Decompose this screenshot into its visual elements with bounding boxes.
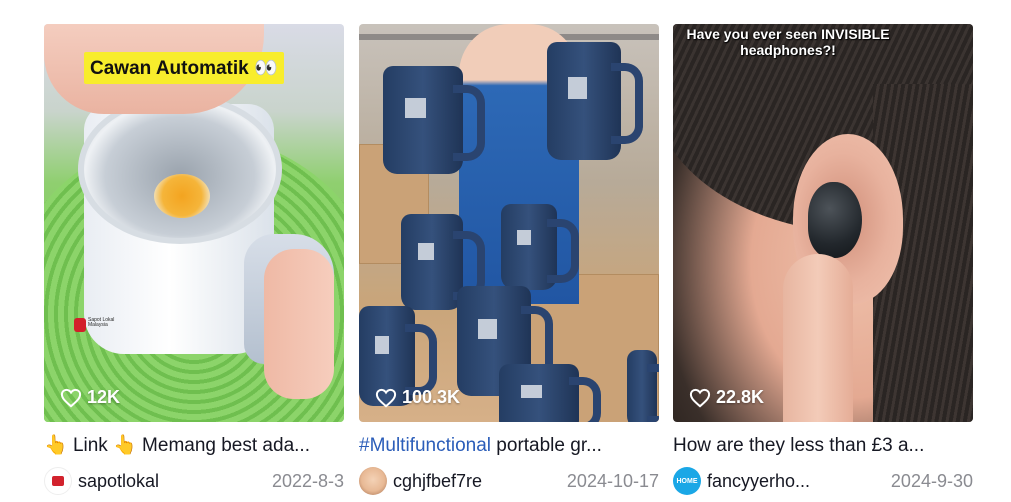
video-meta: cghjfbef7re 2024-10-17 xyxy=(359,466,659,496)
like-count: 22.8K xyxy=(689,387,764,408)
like-count-value: 12K xyxy=(87,387,121,407)
mug xyxy=(383,66,485,174)
username[interactable]: cghjfbef7re xyxy=(393,471,482,492)
video-card[interactable]: Sapot Lokal Malaysia Cawan Automatik 👀 1… xyxy=(44,24,344,496)
video-card[interactable]: 100.3K #Multifunctional portable gr... c… xyxy=(359,24,659,496)
overlay-caption: Have you ever seen INVISIBLE headphones?… xyxy=(686,26,890,58)
video-thumbnail[interactable]: Sapot Lokal Malaysia Cawan Automatik 👀 1… xyxy=(44,24,344,422)
video-title[interactable]: How are they less than £3 a... xyxy=(673,434,973,458)
heart-icon xyxy=(689,388,711,407)
video-thumbnail[interactable]: 100.3K xyxy=(359,24,659,422)
like-count: 12K xyxy=(60,387,120,408)
post-date: 2024-9-30 xyxy=(890,470,973,491)
avatar-text: HOME xyxy=(676,477,698,485)
finger xyxy=(783,254,853,422)
avatar[interactable] xyxy=(359,467,387,495)
overlay-caption: Cawan Automatik 👀 xyxy=(84,52,284,84)
video-meta: sapotlokal 2022-8-3 xyxy=(44,466,344,496)
video-title[interactable]: #Multifunctional portable gr... xyxy=(359,434,659,458)
username[interactable]: sapotlokal xyxy=(78,471,159,492)
heart-icon xyxy=(375,388,397,407)
title-text: Link xyxy=(67,435,114,456)
earbud xyxy=(808,182,862,258)
post-date: 2024-10-17 xyxy=(566,470,659,491)
like-count-value: 22.8K xyxy=(716,387,765,407)
pointing-hand-icon: 👆 xyxy=(44,435,68,456)
heart-icon xyxy=(60,388,82,407)
username[interactable]: fancyyerho... xyxy=(707,471,810,492)
title-text: portable gr... xyxy=(491,435,602,456)
video-title[interactable]: 👆 Link 👆 Memang best ada... xyxy=(44,434,344,458)
like-count-value: 100.3K xyxy=(402,387,461,407)
mug xyxy=(499,364,601,422)
brand-logo-icon xyxy=(74,318,86,332)
brand-logo-text: Sapot Lokal Malaysia xyxy=(88,317,115,328)
avatar[interactable]: HOME xyxy=(673,467,701,495)
title-text: Memang best ada... xyxy=(136,435,310,456)
mug-rim xyxy=(78,94,282,244)
mug xyxy=(501,204,579,290)
video-thumbnail[interactable]: Have you ever seen INVISIBLE headphones?… xyxy=(673,24,973,422)
video-card[interactable]: Have you ever seen INVISIBLE headphones?… xyxy=(673,24,973,496)
video-meta: HOME fancyyerho... 2024-9-30 xyxy=(673,466,973,496)
mug xyxy=(547,42,643,160)
egg-yolk xyxy=(154,174,210,218)
hand xyxy=(264,249,334,399)
post-date: 2022-8-3 xyxy=(271,470,344,491)
like-count: 100.3K xyxy=(375,387,460,408)
mug xyxy=(627,350,659,422)
avatar[interactable] xyxy=(44,467,72,495)
mug xyxy=(401,214,485,310)
pointing-hand-icon: 👆 xyxy=(113,435,137,456)
hashtag-link[interactable]: #Multifunctional xyxy=(359,435,491,456)
